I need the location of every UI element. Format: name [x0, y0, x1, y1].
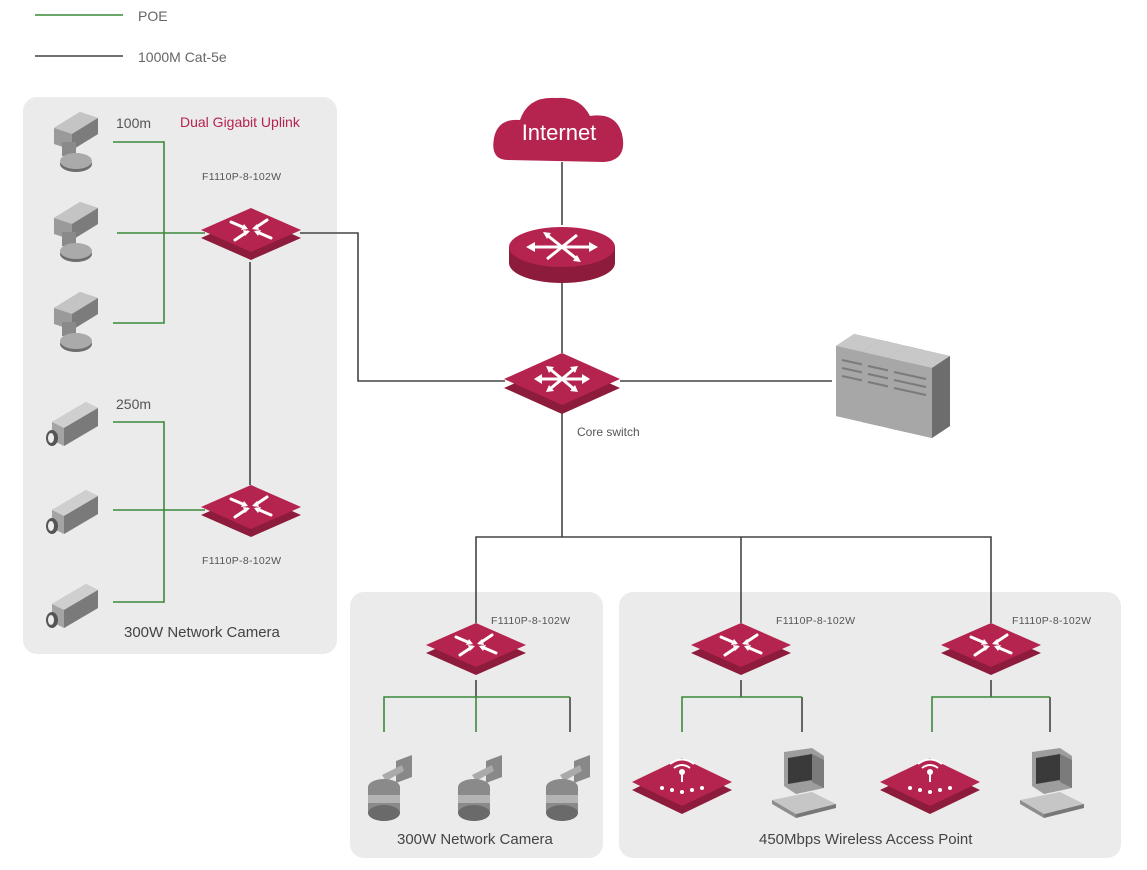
left-group-caption: 300W Network Camera	[124, 624, 281, 641]
switch-model-label: F1110P-8-102W	[202, 171, 281, 183]
switch-model-label: F1110P-8-102W	[776, 615, 855, 627]
ap-group-caption: 450Mbps Wireless Access Point	[759, 831, 973, 848]
legend: POE 1000M Cat-5e	[35, 8, 227, 65]
network-diagram: POE 1000M Cat-5e Internet Core switch Du…	[0, 0, 1147, 870]
switch-model-label: F1110P-8-102W	[202, 555, 281, 567]
dome-group-caption: 300W Network Camera	[397, 831, 554, 848]
switch-model-label: F1110P-8-102W	[1012, 615, 1091, 627]
cat5e-legend-label: 1000M Cat-5e	[138, 49, 227, 65]
distance-100m-label: 100m	[116, 115, 151, 131]
core-switch-label: Core switch	[577, 425, 640, 439]
switch-model-label: F1110P-8-102W	[491, 615, 570, 627]
left-camera-group	[23, 97, 337, 654]
poe-legend-label: POE	[138, 8, 168, 24]
core-switch-icon	[502, 351, 622, 416]
internet-label: Internet	[522, 120, 597, 145]
router-icon	[509, 227, 615, 283]
wireless-ap-group	[619, 592, 1121, 858]
internet-cloud-icon: Internet	[493, 97, 624, 162]
dual-uplink-label: Dual Gigabit Uplink	[180, 114, 301, 130]
server-icon	[835, 333, 951, 439]
distance-250m-label: 250m	[116, 396, 151, 412]
